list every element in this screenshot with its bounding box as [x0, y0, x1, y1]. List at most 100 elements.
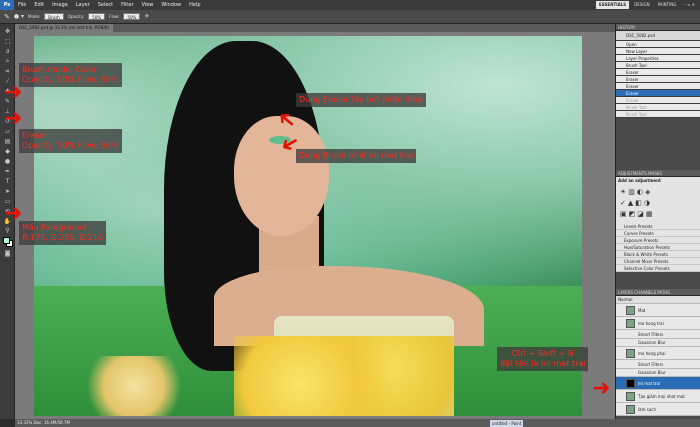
paint-window-title[interactable]: untitled - Paint [490, 420, 524, 427]
blurred-flowers [74, 356, 194, 416]
menu-window[interactable]: Window [157, 2, 185, 8]
crop-tool-icon[interactable]: ⌗ [3, 68, 12, 75]
type-tool-icon[interactable]: T [3, 178, 12, 185]
mode-label: Mode: [28, 14, 41, 19]
marquee-tool-icon[interactable]: ⬚ [3, 38, 12, 45]
path-select-tool-icon[interactable]: ➤ [3, 188, 12, 195]
adjustment-preset[interactable]: Black & White Presets [616, 251, 700, 258]
document-tab-strip: DSC_5082.psd @ 33.3% (mi mat trai, RGB/8… [15, 24, 615, 32]
smart-filter-row[interactable]: Smart Filters [616, 360, 700, 369]
brush-tool-icon[interactable]: ✎ [4, 13, 10, 21]
yellow-flowers [234, 336, 454, 416]
filter-row[interactable]: Gaussian Blur [616, 339, 700, 347]
menu-layer[interactable]: Layer [72, 2, 94, 8]
layer-row[interactable]: Tạo giảm mọi nhat mat [616, 390, 700, 403]
gradient-tool-icon[interactable]: ▤ [3, 138, 12, 145]
document-tab[interactable]: DSC_5082.psd @ 33.3% (mi mat trai, RGB/8… [15, 24, 113, 32]
history-item[interactable]: Eraser [616, 69, 700, 76]
adjustment-preset[interactable]: Selective Color Presets [616, 265, 700, 272]
adjustment-preset[interactable]: Channel Mixer Presets [616, 258, 700, 265]
adjustment-preset[interactable]: Curves Presets [616, 230, 700, 237]
layer-name: Smart Filters [638, 361, 664, 367]
window-controls[interactable]: – ▫ ✕ [681, 1, 698, 9]
options-bar: ✎ ● ▾ Mode: Brush Opacity: 50% Flow: 50%… [0, 10, 700, 24]
photoshop-logo: Ps [0, 0, 14, 10]
history-item-selected[interactable]: Eraser [616, 90, 700, 97]
menu-filter[interactable]: Filter [117, 2, 137, 8]
lasso-tool-icon[interactable]: ∂ [3, 48, 12, 55]
blend-mode-select[interactable]: Normal [616, 296, 700, 304]
layer-name: Mat [638, 307, 646, 313]
adjustment-preset[interactable]: Hue/Saturation Presets [616, 244, 700, 251]
add-adjustment-label: Add an adjustment [616, 177, 700, 185]
zoom-tool-icon[interactable]: ⚲ [3, 227, 12, 234]
workspace-painting[interactable]: PAINTING [655, 1, 680, 9]
layer-name: mo hong trai [638, 320, 664, 326]
history-item[interactable]: Eraser [616, 76, 700, 83]
layer-name: Gaussian Blur [638, 370, 666, 375]
arrow-to-brush-icon: ➜ [4, 80, 23, 105]
history-item[interactable]: Eraser [616, 83, 700, 90]
pen-tool-icon[interactable]: ✒ [3, 168, 12, 175]
layer-row[interactable]: làm sạch [616, 403, 700, 416]
flow-label: Flow: [109, 14, 120, 19]
history-item[interactable]: Eraser [616, 97, 700, 104]
history-snapshot[interactable]: DSC_5082.psd [616, 31, 700, 41]
flow-field[interactable]: 50% [123, 13, 141, 20]
history-item[interactable]: Layer Properties [616, 55, 700, 62]
quick-select-tool-icon[interactable]: ✧ [3, 58, 12, 65]
layer-row[interactable]: Mat [616, 304, 700, 317]
layer-name: mi mat trai [638, 380, 661, 386]
history-panel-title[interactable]: HISTORY [616, 24, 700, 31]
layer-thumbnail [626, 305, 635, 315]
arrow-to-eraser-icon: ➜ [4, 106, 23, 131]
layer-thumbnail [626, 318, 635, 328]
menu-image[interactable]: Image [48, 2, 72, 8]
blur-tool-icon[interactable]: ◆ [3, 148, 12, 155]
layer-thumbnail [626, 391, 635, 401]
layer-row[interactable]: mo hong trai [616, 317, 700, 330]
dodge-tool-icon[interactable]: ● [3, 158, 12, 165]
opacity-label: Opacity: [67, 14, 85, 19]
opacity-field[interactable]: 50% [88, 13, 106, 20]
workspace-essentials[interactable]: ESSENTIALS [596, 1, 630, 9]
layer-name: làm sạch [638, 406, 656, 412]
history-item[interactable]: New Layer [616, 48, 700, 55]
brush-preset-picker[interactable]: ● ▾ [14, 13, 24, 20]
adjustments-panel-title[interactable]: ADJUSTMENTS MASKS [616, 170, 700, 177]
layer-thumbnail [626, 378, 635, 388]
annotation-eraser-settings: Eraser Opacity: 50% Flow: 50% [19, 129, 122, 153]
smart-filter-row[interactable]: Smart Filters [616, 330, 700, 339]
panel-spacer [616, 272, 700, 289]
airbrush-icon[interactable]: ✈ [144, 13, 149, 20]
menu-help[interactable]: Help [185, 2, 204, 8]
layer-name: Tạo giảm mọi nhat mat [638, 393, 685, 399]
layers-panel-title[interactable]: LAYERS CHANNELS PATHS [616, 289, 700, 296]
foreground-color-swatch[interactable] [3, 237, 10, 244]
layer-thumbnail [626, 404, 635, 414]
history-item[interactable]: Brush Tool [616, 62, 700, 69]
adjustment-preset[interactable]: Levels Presets [616, 223, 700, 230]
menu-select[interactable]: Select [94, 2, 117, 8]
history-item[interactable]: Brush Tool [616, 111, 700, 118]
move-tool-icon[interactable]: ✥ [3, 28, 12, 35]
history-item[interactable]: Open [616, 41, 700, 48]
mode-select[interactable]: Brush [44, 13, 64, 20]
menu-edit[interactable]: Edit [30, 2, 48, 8]
menu-file[interactable]: File [14, 2, 30, 8]
layer-row-selected[interactable]: mi mat trai [616, 377, 700, 390]
panel-spacer [616, 118, 700, 170]
layer-thumbnail [626, 348, 635, 358]
annotation-eraser-step: Dùng Eraser tẩy bớt phần thừa [296, 93, 426, 107]
adjustment-icon-grid[interactable]: ☀▥◐◈ ✓▲◧◑ ▣◩◪▦ [616, 185, 700, 223]
layer-row[interactable]: mo hong phai [616, 347, 700, 360]
menu-view[interactable]: View [138, 2, 158, 8]
history-item[interactable]: Brush Tool [616, 104, 700, 111]
annotation-shortcut: Ctrl + Shift + N đặt tên là mi mat trai [497, 347, 589, 371]
filter-row[interactable]: Gaussian Blur [616, 369, 700, 377]
annotation-foreground-color: Mầu Foreground R:175, G:255, B:210 [19, 221, 107, 245]
workspace-design[interactable]: DESIGN [631, 1, 652, 9]
layer-name: mo hong phai [638, 350, 666, 356]
quick-mask-icon[interactable]: ◙ [3, 250, 12, 257]
adjustment-preset[interactable]: Exposure Presets [616, 237, 700, 244]
